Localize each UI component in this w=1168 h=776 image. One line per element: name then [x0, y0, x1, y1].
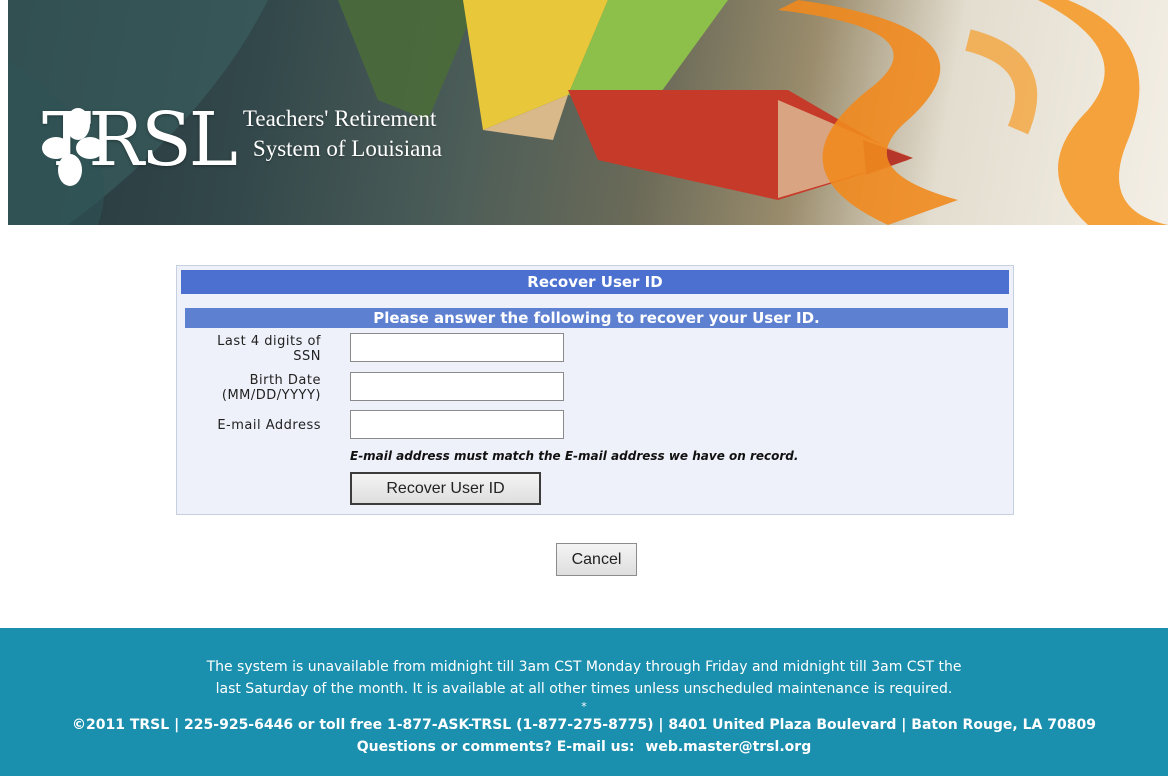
copyright-contact-info: ©2011 TRSL | 225-925-6446 or toll free 1…: [72, 717, 1096, 733]
trsl-emblem-icon: [42, 108, 104, 186]
logo-subtitle-line2: System of Louisiana: [252, 136, 443, 161]
logo-subtitle-line1: Teachers' Retirement: [242, 106, 437, 131]
recover-user-id-button[interactable]: Recover User ID: [350, 472, 541, 505]
ssn-label: Last 4 digits of SSN: [181, 334, 321, 364]
ssn-last4-input[interactable]: [350, 333, 564, 362]
email-input[interactable]: [350, 410, 564, 439]
email-label: E-mail Address: [181, 418, 321, 433]
questions-prefix: Questions or comments? E-mail us:: [356, 739, 635, 755]
trsl-logo: TRSL Teachers' Retirement System of Loui…: [38, 100, 442, 200]
maintenance-notice-line2: last Saturday of the month. It is availa…: [215, 681, 953, 697]
footer: The system is unavailable from midnight …: [0, 628, 1168, 776]
birth-date-label-line2: (MM/DD/YYYY): [221, 388, 321, 403]
questions-line: Questions or comments? E-mail us: web.ma…: [0, 736, 1168, 758]
webmaster-email-link[interactable]: web.master@trsl.org: [645, 739, 811, 755]
footer-separator: *: [581, 700, 587, 713]
header-banner: TRSL Teachers' Retirement System of Loui…: [8, 0, 1168, 225]
maintenance-notice-line1: The system is unavailable from midnight …: [206, 659, 962, 675]
email-match-note: E-mail address must match the E-mail add…: [350, 449, 799, 463]
logo-subtitle: Teachers' Retirement System of Louisiana: [243, 104, 442, 164]
birth-date-label-line1: Birth Date: [249, 373, 321, 388]
ssn-label-line1: Last 4 digits of: [217, 334, 321, 349]
form-title: Recover User ID: [181, 270, 1009, 294]
cancel-button[interactable]: Cancel: [556, 543, 637, 576]
recover-user-id-form: Recover User ID Please answer the follow…: [176, 265, 1014, 515]
ssn-label-line2: SSN: [293, 349, 321, 364]
email-label-line1: E-mail Address: [217, 418, 321, 433]
birth-date-label: Birth Date (MM/DD/YYYY): [181, 373, 321, 403]
birth-date-input[interactable]: [350, 372, 564, 401]
form-instructions: Please answer the following to recover y…: [185, 308, 1008, 328]
